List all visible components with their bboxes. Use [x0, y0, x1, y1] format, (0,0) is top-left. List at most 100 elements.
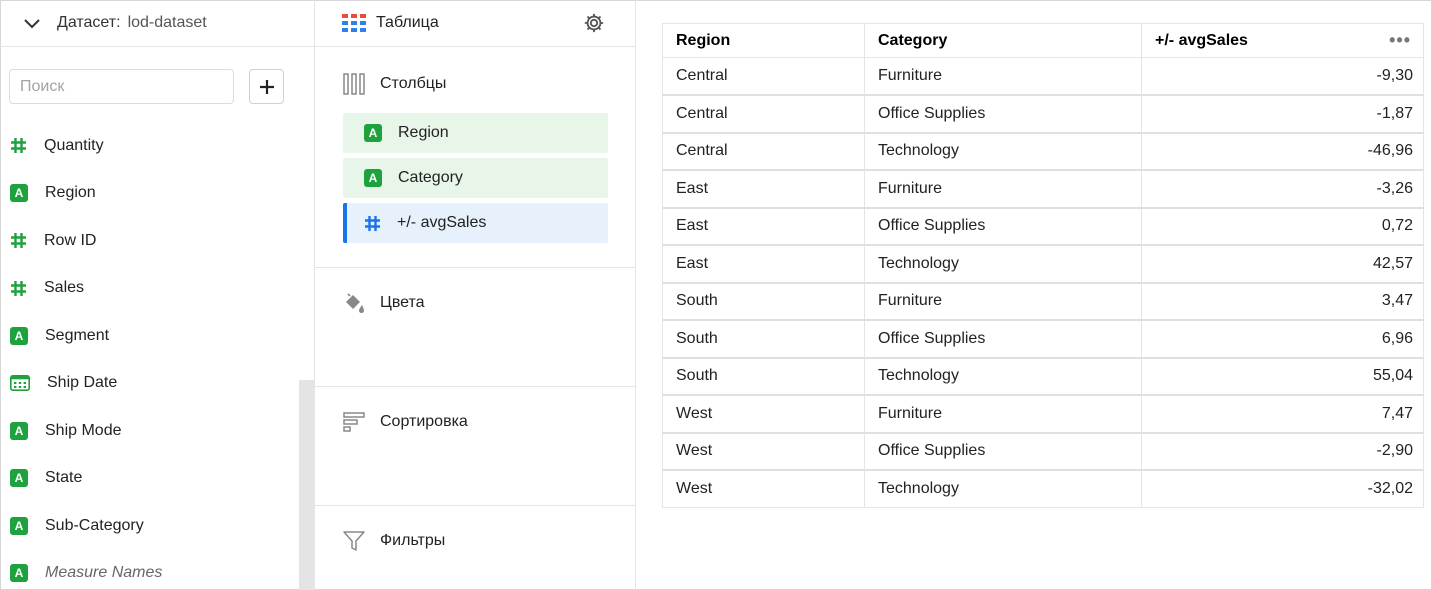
visualization-type-label: Таблица: [376, 14, 439, 31]
cell-category: Technology: [864, 356, 1142, 396]
filters-section: Фильтры: [315, 506, 636, 590]
dimension-icon: A: [10, 469, 28, 488]
field-item[interactable]: A Ship Mode: [0, 407, 300, 455]
field-item[interactable]: Row ID: [0, 217, 300, 265]
filters-section-title: Фильтры: [380, 532, 446, 549]
field-item[interactable]: A Segment: [0, 312, 300, 360]
column-header-avgsales-label: +/- avgSales: [1155, 31, 1248, 49]
cell-category: Office Supplies: [864, 431, 1142, 471]
calendar-icon: [10, 375, 30, 392]
colors-section-header: Цвета: [343, 292, 425, 314]
table-row: East Furniture -3,26: [662, 169, 1424, 208]
cell-region: East: [662, 169, 865, 208]
field-item[interactable]: Ship Date: [0, 360, 300, 408]
column-header-category[interactable]: Category: [864, 23, 1142, 58]
cell-avgsales: -3,26: [1141, 169, 1424, 208]
field-item[interactable]: Sales: [0, 265, 300, 313]
hash-icon: [11, 138, 26, 154]
dataset-name[interactable]: lod-dataset: [128, 14, 207, 32]
sort-section: Сортировка: [315, 387, 636, 506]
field-label: Sub-Category: [45, 516, 144, 534]
cell-region: West: [662, 469, 865, 508]
cell-avgsales: 3,47: [1141, 281, 1424, 321]
cell-category: Furniture: [864, 281, 1142, 321]
column-chip[interactable]: A Region: [343, 113, 608, 153]
search-input[interactable]: [9, 69, 234, 104]
table-row: South Office Supplies 6,96: [662, 319, 1424, 358]
cell-region: East: [662, 244, 865, 283]
cell-category: Office Supplies: [864, 319, 1142, 358]
scrollbar-thumb[interactable]: [299, 380, 314, 590]
paint-bucket-icon: [346, 293, 364, 313]
field-label: Row ID: [44, 231, 97, 249]
field-label: State: [45, 469, 83, 487]
cell-avgsales: 6,96: [1141, 319, 1424, 358]
visualization-type-selector[interactable]: Таблица: [315, 0, 635, 47]
hash-icon: [11, 280, 26, 296]
column-header-region[interactable]: Region: [662, 23, 865, 58]
filters-section-header: Фильтры: [343, 530, 445, 552]
cell-region: South: [662, 319, 865, 358]
cell-category: Technology: [864, 131, 1142, 171]
cell-region: East: [662, 206, 865, 246]
cell-region: South: [662, 356, 865, 396]
hash-icon: [365, 215, 380, 231]
cell-avgsales: -32,02: [1141, 469, 1424, 508]
table-header-row: Region Category +/- avgSales •••: [662, 23, 1424, 58]
filter-icon: [343, 531, 365, 551]
cell-region: South: [662, 281, 865, 321]
table-row: East Technology 42,57: [662, 244, 1424, 283]
column-chip[interactable]: +/- avgSales: [343, 203, 608, 243]
dimension-icon: A: [10, 326, 28, 345]
result-table: Region Category +/- avgSales ••• Central…: [662, 23, 1424, 508]
cell-avgsales: -2,90: [1141, 431, 1424, 471]
cell-category: Technology: [864, 244, 1142, 283]
result-table-container: Region Category +/- avgSales ••• Central…: [662, 23, 1424, 508]
column-header-avgsales[interactable]: +/- avgSales •••: [1141, 23, 1424, 58]
dimension-icon: A: [10, 564, 28, 583]
field-item[interactable]: A Measure Names: [0, 550, 300, 590]
cell-avgsales: 55,04: [1141, 356, 1424, 396]
column-chip[interactable]: A Category: [343, 158, 608, 198]
chevron-down-icon[interactable]: [22, 13, 42, 33]
field-item[interactable]: A Sub-Category: [0, 502, 300, 550]
field-label: Ship Date: [47, 374, 118, 392]
dimension-icon: A: [10, 184, 28, 203]
dimension-icon: A: [364, 169, 382, 187]
search-row: [9, 69, 284, 104]
dataset-label: Датасет:: [57, 14, 121, 31]
columns-section: Столбцы A Region A Category +/- avgSales: [315, 47, 636, 268]
visualization-panel: Таблица Столбцы A Region A Category +/- avgS…: [315, 0, 636, 590]
table-row: West Technology -32,02: [662, 469, 1424, 508]
cell-avgsales: -9,30: [1141, 57, 1424, 96]
dimension-icon: A: [10, 421, 28, 440]
field-item[interactable]: Quantity: [0, 122, 300, 170]
field-item[interactable]: A Region: [0, 170, 300, 218]
cell-avgsales: -46,96: [1141, 131, 1424, 171]
colors-section: Цвета: [315, 268, 636, 387]
cell-region: Central: [662, 131, 865, 171]
cell-avgsales: 42,57: [1141, 244, 1424, 283]
cell-category: Office Supplies: [864, 94, 1142, 133]
dataset-header[interactable]: Датасет: lod-dataset: [0, 0, 314, 47]
columns-icon: [343, 73, 365, 95]
sort-section-title: Сортировка: [380, 413, 468, 430]
gear-icon[interactable]: [583, 12, 605, 34]
cell-region: Central: [662, 94, 865, 133]
table-row: Central Furniture -9,30: [662, 57, 1424, 96]
cell-category: Furniture: [864, 394, 1142, 433]
field-item[interactable]: A State: [0, 455, 300, 503]
table-row: West Office Supplies -2,90: [662, 431, 1424, 471]
more-options-icon[interactable]: •••: [1389, 31, 1411, 49]
table-row: West Furniture 7,47: [662, 394, 1424, 433]
field-label: Sales: [44, 279, 85, 297]
add-field-button[interactable]: [249, 69, 284, 104]
field-label: Quantity: [44, 136, 104, 154]
dimension-icon: A: [10, 516, 28, 535]
cell-avgsales: 0,72: [1141, 206, 1424, 246]
table-body: Central Furniture -9,30 Central Office Suppl…: [662, 57, 1424, 508]
column-chip-label: Region: [398, 124, 449, 141]
cell-category: Furniture: [864, 57, 1142, 96]
field-label: Ship Mode: [45, 421, 122, 439]
sort-icon: [343, 412, 365, 432]
